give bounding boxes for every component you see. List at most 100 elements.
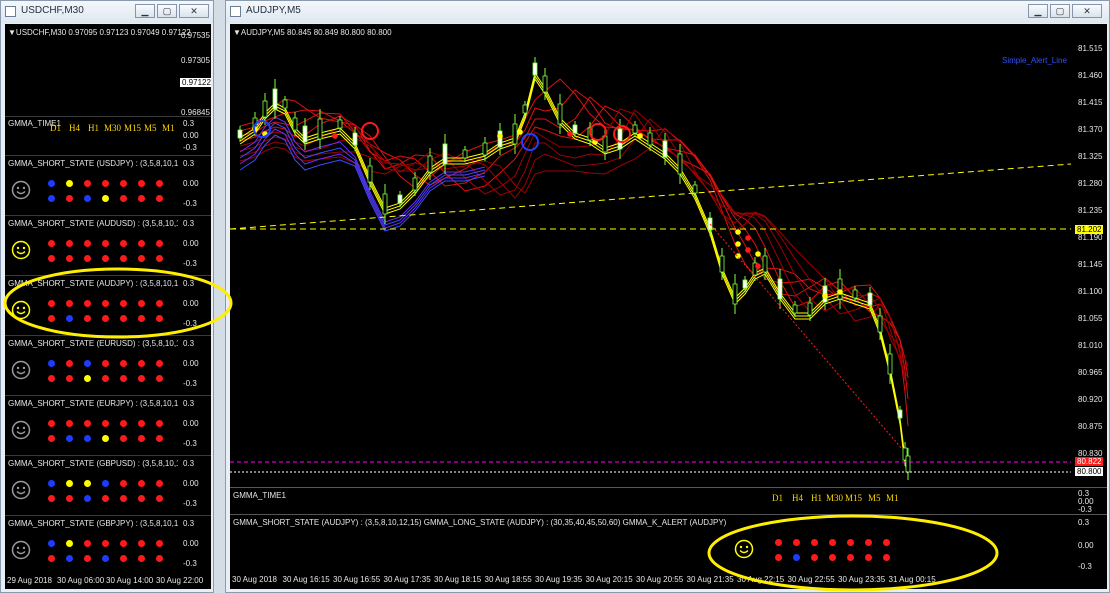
short-state-dot-red	[48, 300, 55, 307]
y-tick: 0.00	[183, 179, 199, 188]
candle-body	[762, 255, 768, 273]
gmma-short-state-panel[interactable]: GMMA_SHORT_STATE (AUDJPY) : (3,5,8,10,12…	[5, 276, 211, 335]
gmma-short-state-panel[interactable]: GMMA_SHORT_STATE (EURJPY) : (3,5,8,10,12…	[5, 396, 211, 455]
y-tick: -0.3	[183, 143, 197, 152]
usdchf-price-panel[interactable]: ▼USDCHF,M30 0.97095 0.97123 0.97049 0.97…	[5, 24, 211, 117]
timeframe-label: M30	[826, 493, 844, 503]
chart-window-icon	[5, 6, 16, 17]
time-tick: 31 Aug 00:15	[888, 575, 936, 584]
long-state-dot-blue	[793, 554, 800, 561]
chart-window-icon	[230, 6, 241, 17]
gmma-short-state-panel[interactable]: GMMA_SHORT_STATE (GBPUSD) : (3,5,8,10,12…	[5, 456, 211, 515]
short-state-dot-red	[138, 420, 145, 427]
timeframe-label: H1	[811, 493, 822, 503]
signal-dot	[735, 253, 741, 259]
gmma-short-state-panel[interactable]: GMMA_SHORT_STATE (EURUSD) : (3,5,8,10,12…	[5, 336, 211, 395]
long-state-dot-blue	[102, 555, 109, 562]
long-state-dot-red	[102, 315, 109, 322]
candle-body	[462, 149, 468, 159]
candle-body	[337, 119, 343, 129]
y-tick: 0.3	[183, 459, 195, 468]
short-state-dot-blue	[84, 360, 91, 367]
short-state-dot-red	[120, 300, 127, 307]
close-button[interactable]: ✕	[1072, 4, 1102, 18]
long-state-dot-red	[48, 255, 55, 262]
timeframe-label: M15	[845, 493, 863, 503]
long-state-dot-red	[847, 554, 854, 561]
short-state-dot-red	[138, 540, 145, 547]
sell-signal-circle	[589, 123, 607, 141]
price-tick: 81.190	[1078, 233, 1103, 242]
timeframe-label: H1	[88, 123, 99, 133]
long-state-dot-red	[84, 555, 91, 562]
red-dotted-trendline	[709, 223, 903, 450]
timeframe-label: H4	[69, 123, 80, 133]
candle-body	[442, 143, 448, 165]
price-tick: 80.965	[1078, 368, 1103, 377]
time-tick: 30 Aug 16:55	[333, 575, 381, 584]
y-tick: -0.3	[1078, 562, 1092, 571]
audjpy-chart-area[interactable]: ▼AUDJPY,M5 80.845 80.849 80.800 80.800 S…	[230, 24, 1107, 589]
short-state-dot-red	[120, 180, 127, 187]
usdchf-titlebar[interactable]: USDCHF,M30 ▁ ▢ ✕	[1, 1, 213, 23]
left-gmma-time-panel[interactable]: GMMA_TIME1 D1 H4 H1 M30 M15 M5 M1 0.3 0.…	[5, 117, 211, 155]
candle-body	[512, 123, 518, 145]
time-tick: 30 Aug 23:35	[838, 575, 886, 584]
short-state-dot-red	[775, 539, 782, 546]
price-tick: 81.325	[1078, 152, 1103, 161]
y-tick: -0.3	[183, 439, 197, 448]
short-state-dot-red	[793, 539, 800, 546]
long-state-dot-yellow	[102, 435, 109, 442]
long-state-dot-red	[66, 375, 73, 382]
right-gmma-state-panel[interactable]: GMMA_SHORT_STATE (AUDJPY) : (3,5,8,10,12…	[230, 515, 1107, 572]
long-state-dot-red	[138, 375, 145, 382]
candle-body	[837, 278, 843, 300]
long-state-dot-red	[138, 435, 145, 442]
usdchf-chart-area[interactable]: ▼USDCHF,M30 0.97095 0.97123 0.97049 0.97…	[5, 24, 211, 589]
long-state-dot-red	[102, 255, 109, 262]
time-tick: 30 Aug 17:35	[383, 575, 431, 584]
signal-dot	[735, 229, 741, 235]
y-tick: 0.00	[183, 479, 199, 488]
time-tick: 30 Aug 19:35	[535, 575, 583, 584]
short-state-dot-red	[48, 420, 55, 427]
audjpy-titlebar[interactable]: AUDJPY,M5 ▁ ▢ ✕	[226, 1, 1109, 23]
minimize-button[interactable]: ▁	[1028, 4, 1048, 18]
long-state-dot-red	[102, 375, 109, 382]
usdchf-window[interactable]: USDCHF,M30 ▁ ▢ ✕ ▼USDCHF,M30 0.97095 0.9…	[0, 0, 214, 593]
gmma-time-title: GMMA_TIME1	[233, 491, 286, 500]
right-gmma-time-panel[interactable]: GMMA_TIME1 D1 H4 H1 M30 M15 M5 M1 0.3 0.…	[230, 488, 1107, 514]
gmma-short-state-panel[interactable]: GMMA_SHORT_STATE (AUDUSD) : (3,5,8,10,12…	[5, 216, 211, 275]
candle-body	[647, 132, 653, 146]
candle-body	[412, 177, 418, 191]
candle-body	[617, 128, 623, 150]
gmma-short-state-panel[interactable]: GMMA_SHORT_STATE (USDJPY) : (3,5,8,10,12…	[5, 156, 211, 215]
y-tick: 0.00	[1078, 541, 1094, 550]
audjpy-time-axis: 30 Aug 2018 30 Aug 16:15 30 Aug 16:55 30 Au…	[230, 574, 1107, 589]
short-state-dot-red	[156, 300, 163, 307]
state-panel-title: GMMA_SHORT_STATE (USDJPY) : (3,5,8,10,12…	[8, 159, 178, 168]
price-tick: 0.97305	[181, 56, 210, 65]
minimize-button[interactable]: ▁	[135, 4, 155, 18]
time-tick: 30 Aug 20:55	[636, 575, 684, 584]
signal-dot	[497, 133, 503, 139]
long-state-dot-red	[120, 195, 127, 202]
audjpy-window[interactable]: AUDJPY,M5 ▁ ▢ ✕ ▼AUDJPY,M5 80.845 80.849…	[225, 0, 1110, 593]
short-state-dot-red	[102, 180, 109, 187]
maximize-button[interactable]: ▢	[1050, 4, 1070, 18]
short-state-dot-red	[66, 300, 73, 307]
short-state-dot-red	[156, 480, 163, 487]
short-state-dot-red	[156, 360, 163, 367]
gmma-short-state-panel[interactable]: GMMA_SHORT_STATE (GBPJPY) : (3,5,8,10,12…	[5, 516, 211, 575]
price-chart-svg[interactable]	[230, 24, 1071, 487]
state-panel-title: GMMA_SHORT_STATE (AUDJPY) : (3,5,8,10,12…	[8, 279, 178, 288]
short-state-dot-red	[138, 480, 145, 487]
maximize-button[interactable]: ▢	[157, 4, 177, 18]
short-state-dot-red	[102, 240, 109, 247]
short-state-dot-red	[84, 240, 91, 247]
long-state-dot-red	[66, 195, 73, 202]
long-state-dot-red	[156, 315, 163, 322]
price-tick: 81.235	[1078, 206, 1103, 215]
candle-body	[397, 194, 403, 204]
close-button[interactable]: ✕	[179, 4, 209, 18]
